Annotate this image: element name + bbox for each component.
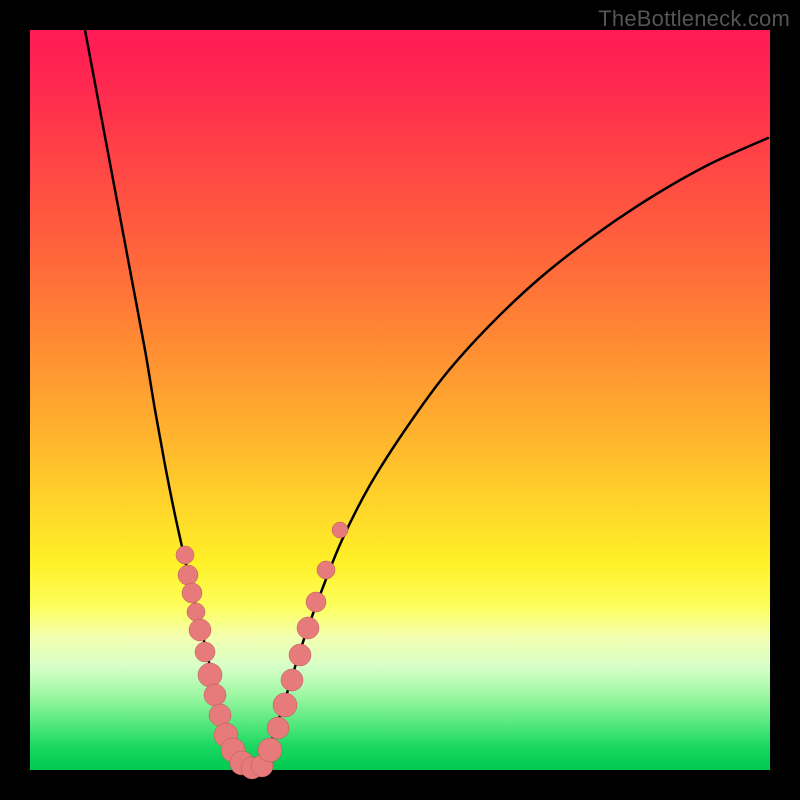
marker-dot <box>273 693 297 717</box>
curve-left-branch <box>85 30 243 768</box>
marker-dot <box>195 642 215 662</box>
bottleneck-curve-chart <box>30 30 770 770</box>
marker-dot <box>332 522 348 538</box>
marker-group <box>176 522 348 779</box>
marker-dot <box>198 663 222 687</box>
marker-dot <box>176 546 194 564</box>
marker-dot <box>289 644 311 666</box>
marker-dot <box>204 684 226 706</box>
marker-dot <box>281 669 303 691</box>
marker-dot <box>182 583 202 603</box>
curve-right-branch <box>260 138 768 768</box>
marker-dot <box>258 738 282 762</box>
marker-dot <box>209 704 231 726</box>
watermark-text: TheBottleneck.com <box>598 6 790 32</box>
marker-dot <box>297 617 319 639</box>
marker-dot <box>306 592 326 612</box>
marker-dot <box>267 717 289 739</box>
marker-dot <box>187 603 205 621</box>
marker-dot <box>317 561 335 579</box>
marker-dot <box>189 619 211 641</box>
marker-dot <box>178 565 198 585</box>
